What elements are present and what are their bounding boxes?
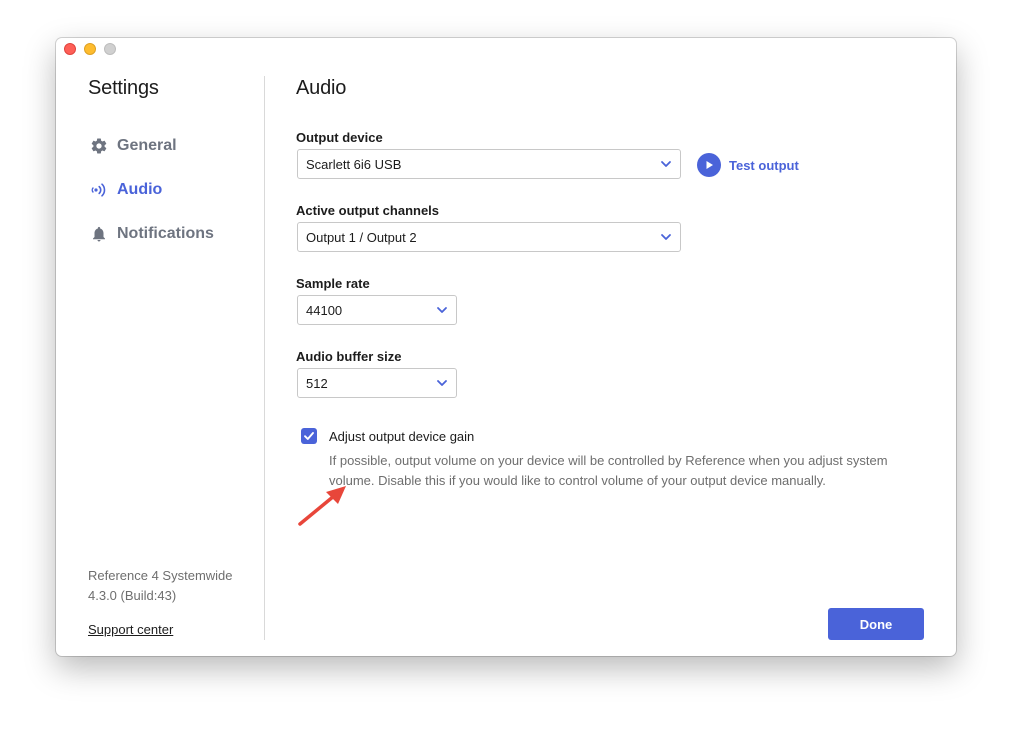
test-output-label: Test output [729,157,799,173]
gear-icon [90,137,108,155]
sidebar-item-audio[interactable]: Audio [90,178,162,202]
chevron-down-icon [437,307,447,313]
sidebar: Settings General Audio Notifications Ref… [56,38,265,656]
sidebar-item-label: Audio [117,181,163,198]
settings-window: Settings General Audio Notifications Ref… [56,38,956,656]
audio-waves-icon [90,181,108,199]
buffer-size-label: Audio buffer size [296,349,402,364]
app-build: 4.3.0 (Build:43) [88,588,177,603]
output-device-value: Scarlett 6i6 USB [306,156,402,172]
channels-select[interactable]: Output 1 / Output 2 [297,222,681,252]
sidebar-item-label: General [117,137,177,154]
page-title: Audio [296,77,347,99]
checkmark-icon [304,432,314,440]
app-name: Reference 4 Systemwide [88,568,233,583]
sidebar-divider [264,76,265,640]
chevron-down-icon [437,380,447,386]
gain-description: If possible, output volume on your devic… [329,453,888,488]
play-icon [697,153,721,177]
test-output-button[interactable]: Test output [697,153,799,177]
sidebar-item-label: Notifications [117,225,214,242]
support-center-link[interactable]: Support center [88,622,173,637]
annotation-arrow-icon [298,486,346,526]
app-version: Reference 4 Systemwide 4.3.0 (Build:43) [88,566,233,606]
sidebar-item-notifications[interactable]: Notifications [90,222,214,246]
sample-rate-select[interactable]: 44100 [297,295,457,325]
sample-rate-label: Sample rate [296,276,370,291]
chevron-down-icon [661,234,671,240]
sidebar-title: Settings [88,77,159,99]
done-button[interactable]: Done [828,608,924,640]
gain-checkbox-label: Adjust output device gain [329,429,475,444]
buffer-size-value: 512 [306,375,328,391]
buffer-size-select[interactable]: 512 [297,368,457,398]
bell-icon [90,225,108,243]
channels-label: Active output channels [296,203,440,218]
chevron-down-icon [661,161,671,167]
sample-rate-value: 44100 [306,302,343,318]
output-device-label: Output device [296,130,383,145]
gain-checkbox[interactable] [301,428,317,444]
sidebar-item-general[interactable]: General [90,134,177,158]
output-device-select[interactable]: Scarlett 6i6 USB [297,149,681,179]
channels-value: Output 1 / Output 2 [306,229,417,245]
